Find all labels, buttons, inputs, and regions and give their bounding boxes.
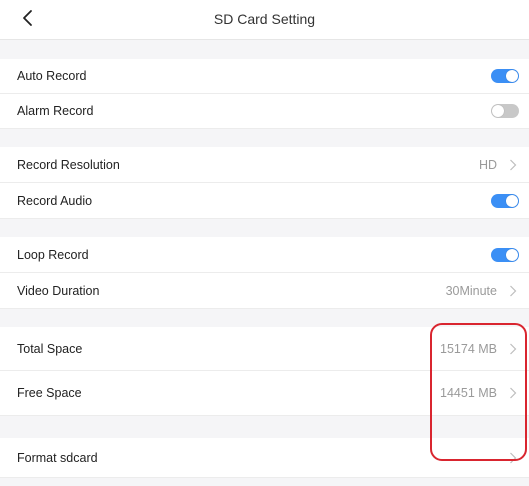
alarm-record-row: Alarm Record	[0, 94, 529, 129]
chevron-right-icon	[508, 158, 518, 172]
loop-record-label: Loop Record	[17, 247, 89, 262]
toggle-knob	[506, 194, 518, 207]
top-bar: SD Card Setting	[0, 0, 529, 40]
video-duration-value: 30Minute	[445, 283, 497, 298]
total-space-label: Total Space	[17, 341, 83, 356]
auto-record-label: Auto Record	[17, 69, 87, 83]
toggle-knob	[506, 248, 518, 261]
format-sdcard-label: Format sdcard	[17, 450, 98, 465]
record-audio-row: Record Audio	[0, 183, 529, 219]
sd-card-setting-screen: SD Card Setting Auto Record Alarm Record…	[0, 0, 529, 486]
auto-record-row: Auto Record	[0, 59, 529, 94]
record-resolution-row[interactable]: Record Resolution HD	[0, 147, 529, 183]
record-resolution-value: HD	[478, 157, 497, 172]
toggle-knob	[492, 105, 504, 117]
record-audio-label: Record Audio	[17, 193, 93, 208]
record-audio-toggle[interactable]	[491, 193, 519, 208]
alarm-record-toggle[interactable]	[491, 104, 519, 118]
loop-record-toggle[interactable]	[491, 247, 519, 262]
auto-record-toggle[interactable]	[491, 69, 519, 83]
video-duration-label: Video Duration	[17, 283, 100, 298]
page-title: SD Card Setting	[213, 11, 316, 27]
free-space-label: Free Space	[17, 386, 82, 400]
chevron-right-icon	[508, 284, 518, 298]
toggle-knob	[506, 70, 518, 82]
video-duration-row[interactable]: Video Duration 30Minute	[0, 273, 529, 309]
alarm-record-label: Alarm Record	[17, 104, 94, 118]
record-resolution-label: Record Resolution	[17, 157, 120, 172]
storage-highlight-box	[430, 323, 527, 461]
loop-record-row: Loop Record	[0, 237, 529, 273]
